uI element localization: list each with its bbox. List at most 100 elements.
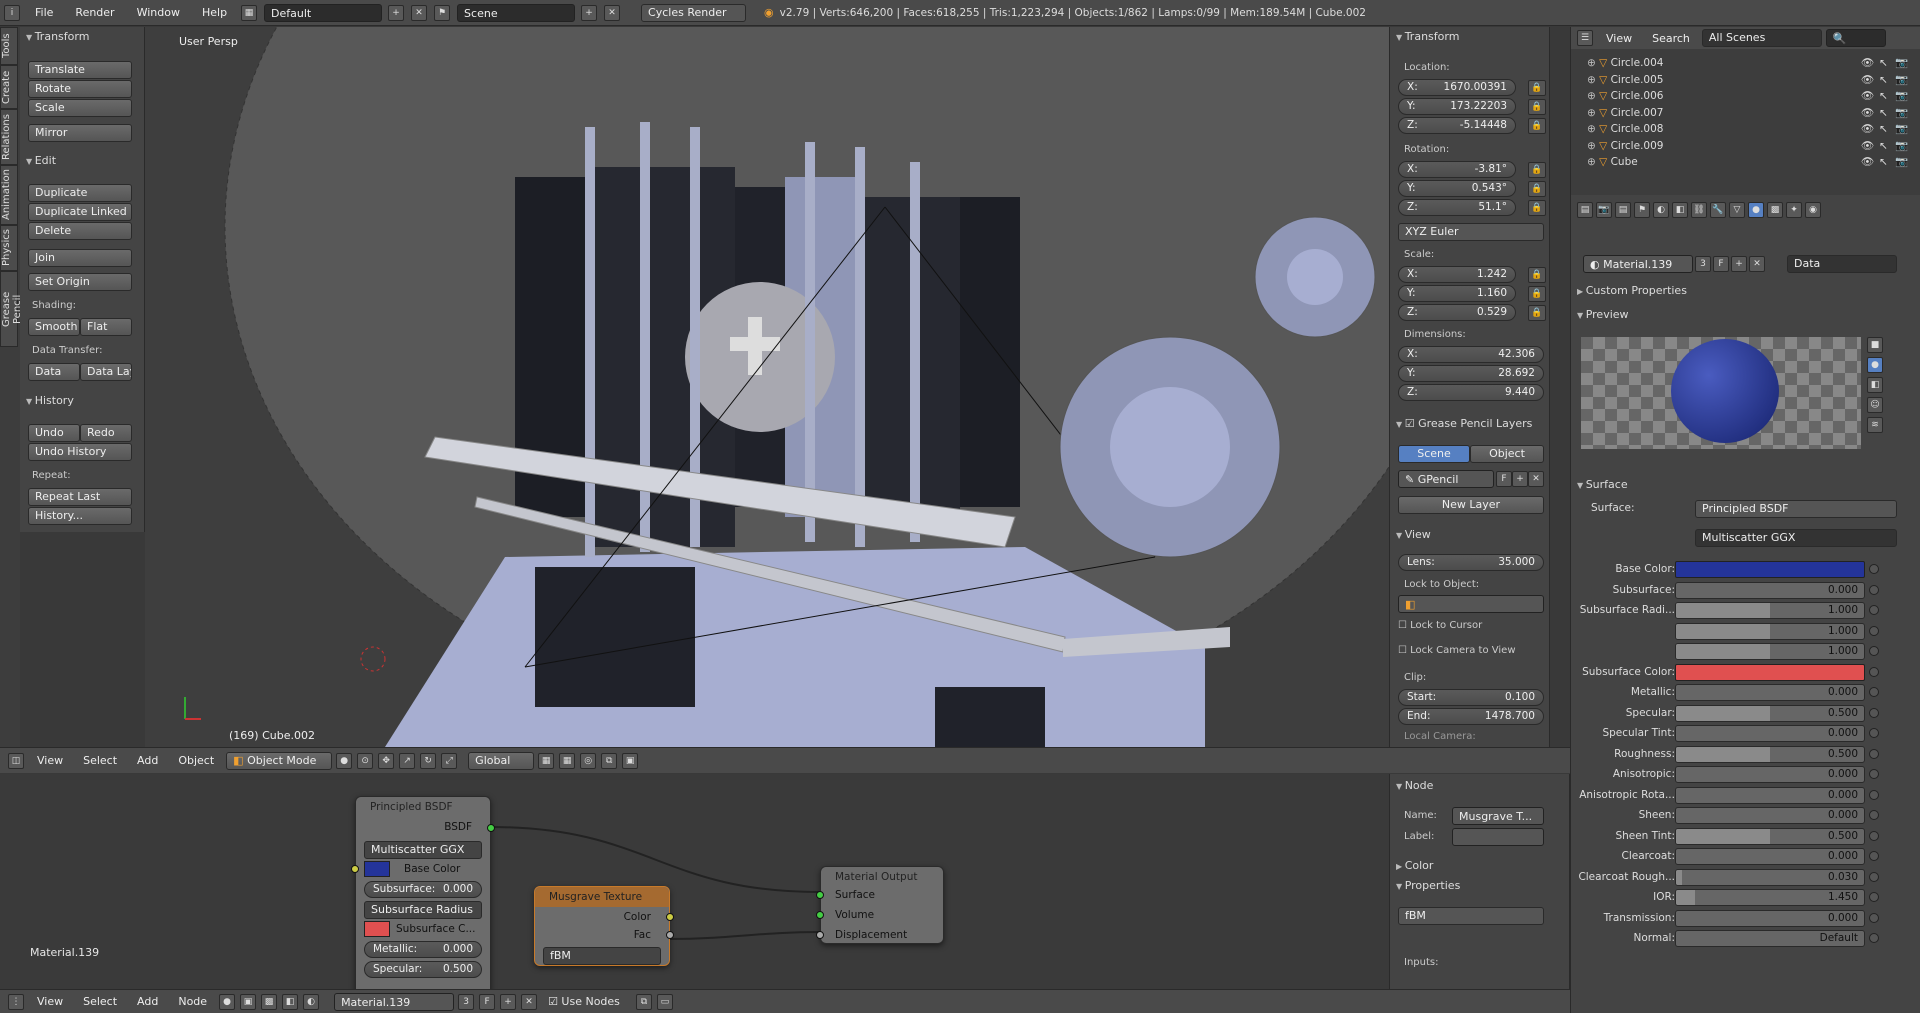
set-origin-select[interactable]: Set Origin (28, 273, 132, 291)
gp-object-button[interactable]: Object (1470, 445, 1544, 463)
expand-icon[interactable]: ⊕ (1587, 57, 1596, 69)
node-menu-node[interactable]: Node (170, 995, 215, 1008)
vp-menu-object[interactable]: Object (170, 754, 222, 767)
bsdf-specular-field[interactable]: Specular: 0.500 (364, 961, 482, 978)
gp-unlink-icon[interactable]: ✕ (1528, 471, 1544, 487)
link-socket-icon[interactable] (1869, 830, 1879, 841)
expand-icon[interactable]: ⊕ (1587, 90, 1596, 102)
compositing-nodes-icon[interactable]: ▣ (240, 993, 257, 1010)
preview-header[interactable]: Preview (1571, 305, 1629, 325)
node-editor-type-icon[interactable]: ⋮ (8, 993, 24, 1010)
link-socket-icon[interactable] (1869, 892, 1879, 902)
data-button[interactable]: Data (28, 363, 80, 381)
property-slider[interactable]: 0.000 (1675, 786, 1865, 804)
info-editor-icon[interactable]: i (4, 4, 20, 21)
node-label-field[interactable] (1452, 828, 1544, 846)
screen-layout-field[interactable]: Default (264, 3, 383, 22)
surface-header[interactable]: Surface (1571, 475, 1628, 495)
gp-fake-user-button[interactable]: F (1496, 471, 1512, 487)
lens-field[interactable]: Lens: 35.000 (1398, 554, 1544, 571)
lock-rotation-x-icon[interactable]: 🔒 (1528, 162, 1546, 178)
node-menu-add[interactable]: Add (129, 995, 166, 1008)
scene-tab-icon[interactable]: ⚑ (1634, 202, 1650, 218)
layers-icon[interactable]: ▦ (538, 752, 555, 769)
object-icon[interactable]: ◧ (282, 993, 299, 1010)
link-socket-icon[interactable] (1869, 666, 1879, 677)
property-slider[interactable]: 0.000 (1675, 909, 1865, 927)
clip-end-field[interactable]: End: 1478.700 (1398, 708, 1544, 725)
bsdf-output-socket[interactable] (487, 824, 495, 832)
link-socket-icon[interactable] (1869, 789, 1879, 800)
data-layout-button[interactable]: Data Lay (80, 363, 132, 381)
property-slider[interactable]: 0.000 (1675, 725, 1865, 742)
link-socket-icon[interactable] (1869, 687, 1879, 697)
shader-nodes-icon[interactable]: ● (219, 993, 236, 1010)
lock-location-y-icon[interactable]: 🔒 (1528, 99, 1546, 115)
redo-button[interactable]: Redo (80, 424, 132, 442)
node-add-material-icon[interactable]: + (500, 993, 517, 1010)
rotation-z-field[interactable]: Z: 51.1° (1398, 199, 1516, 216)
delete-button[interactable]: Delete (28, 222, 132, 240)
location-x-field[interactable]: X: 1670.00391 (1398, 79, 1516, 96)
musgrave-fac-socket[interactable] (666, 931, 674, 939)
location-z-field[interactable]: Z: -5.14448 (1398, 117, 1516, 134)
render-visibility-icon[interactable]: 📷 (1895, 152, 1908, 172)
scale-x-field[interactable]: X: 1.242 (1398, 266, 1516, 283)
bsdf-metallic-field[interactable]: Metallic: 0.000 (364, 941, 482, 958)
duplicate-linked-button[interactable]: Duplicate Linked (28, 203, 132, 221)
bsdf-sss-radius-select[interactable]: Subsurface Radius (364, 901, 482, 919)
proportional-edit-icon[interactable]: ◎ (580, 752, 597, 769)
screen-layout-icon[interactable]: ▦ (241, 4, 258, 21)
link-socket-icon[interactable] (1869, 851, 1879, 861)
material-tab-icon[interactable]: ● (1748, 202, 1764, 218)
base-color-socket[interactable] (351, 865, 359, 873)
layers-2-icon[interactable]: ▦ (559, 752, 576, 769)
link-socket-icon[interactable] (1869, 707, 1879, 718)
outliner-menu-search[interactable]: Search (1644, 32, 1698, 45)
expand-icon[interactable]: ⊕ (1587, 156, 1596, 168)
outliner-menu-view[interactable]: View (1598, 32, 1640, 45)
property-slider[interactable]: 0.500 (1675, 827, 1865, 845)
custom-properties-header[interactable]: Custom Properties (1571, 281, 1687, 301)
tab-relations[interactable]: Relations (0, 109, 18, 165)
gp-name-field[interactable]: ✎ GPencil (1398, 470, 1494, 488)
view-panel-header[interactable]: View (1390, 525, 1431, 545)
lock-scale-z-icon[interactable]: 🔒 (1528, 305, 1546, 321)
gp-add-icon[interactable]: + (1512, 471, 1528, 487)
preview-sphere-icon[interactable]: ● (1867, 357, 1883, 373)
flat-button[interactable]: Flat (80, 318, 132, 336)
layers-tab-icon[interactable]: ▤ (1615, 202, 1631, 218)
dimension-z-field[interactable]: Z: 9.440 (1398, 384, 1544, 401)
manipulator-icon[interactable]: ✥ (378, 752, 395, 769)
link-socket-icon[interactable] (1869, 748, 1879, 759)
property-slider[interactable]: 0.500 (1675, 704, 1865, 722)
repeat-last-button[interactable]: Repeat Last (28, 488, 132, 506)
remove-layout-icon[interactable]: ✕ (411, 4, 428, 21)
scale-y-field[interactable]: Y: 1.160 (1398, 285, 1516, 302)
bsdf-subsurface-field[interactable]: Subsurface: 0.000 (364, 881, 482, 898)
material-unlink-icon[interactable]: ✕ (1749, 256, 1765, 272)
preview-monkey-icon[interactable]: ☺ (1867, 397, 1883, 413)
dimension-y-field[interactable]: Y: 28.692 (1398, 365, 1544, 382)
expand-icon[interactable]: ⊕ (1587, 123, 1596, 135)
tab-create[interactable]: Create (0, 65, 18, 109)
node-menu-view[interactable]: View (29, 995, 71, 1008)
expand-icon[interactable]: ⊕ (1587, 107, 1596, 119)
modifiers-tab-icon[interactable]: 🔧 (1710, 202, 1726, 218)
add-scene-icon[interactable]: + (581, 4, 598, 21)
link-socket-icon[interactable] (1869, 728, 1879, 738)
menu-render[interactable]: Render (67, 6, 122, 19)
property-slider[interactable]: 0.500 (1675, 745, 1865, 763)
distribution-select[interactable]: Multiscatter GGX (1695, 529, 1897, 547)
render-tab-icon[interactable]: 📷 (1596, 202, 1612, 218)
scale-button[interactable]: Scale (28, 99, 132, 117)
grease-pencil-header[interactable]: ☑ Grease Pencil Layers (1390, 414, 1545, 434)
history-button[interactable]: History... (28, 507, 132, 525)
properties-type-icon[interactable]: ▤ (1577, 202, 1593, 218)
location-y-field[interactable]: Y: 173.22203 (1398, 98, 1516, 115)
rotation-x-field[interactable]: X: -3.81° (1398, 161, 1516, 178)
edit-panel-header[interactable]: Edit (20, 151, 56, 171)
scale-manipulator-icon[interactable]: ⤢ (441, 752, 458, 769)
visibility-icon[interactable]: 👁 (1861, 152, 1874, 172)
surface-socket[interactable] (816, 891, 824, 899)
